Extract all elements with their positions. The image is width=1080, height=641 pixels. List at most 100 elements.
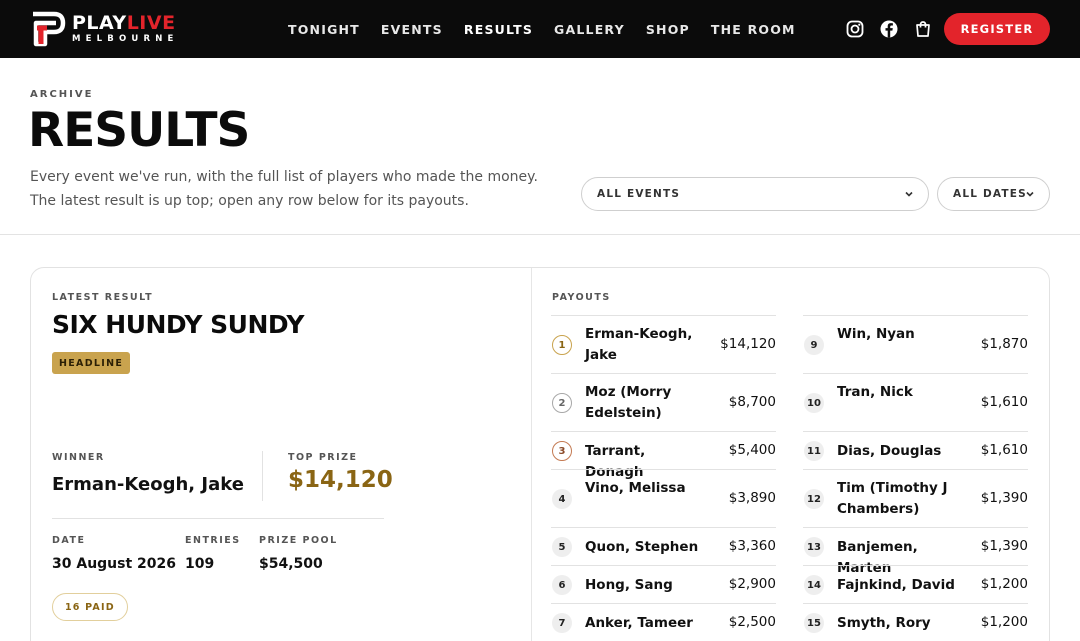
- payout-rank: 4: [552, 489, 572, 509]
- top-prize-value: $14,120: [288, 467, 393, 493]
- section-divider: [0, 234, 1080, 235]
- payouts-column-right: 9 Win, Nyan $1,870 10 Tran, Nick $1,610 11 Dias…: [803, 315, 1028, 641]
- nav-shop[interactable]: SHOP: [646, 22, 690, 37]
- payout-row: 6 Hong, Sang $2,900: [551, 565, 776, 603]
- logo-wordmark: PLAYLIVE MELBOURNE: [72, 14, 179, 44]
- event-title: SIX HUNDY SUNDY: [52, 310, 304, 339]
- headline-badge: HEADLINE: [52, 352, 131, 374]
- payout-amount: $5,400: [728, 442, 776, 458]
- page-title: RESULTS: [28, 103, 250, 158]
- events-filter-select[interactable]: ALL EVENTS: [581, 177, 929, 211]
- payout-row: 13 Banjemen, Marten $1,390: [803, 527, 1028, 576]
- facebook-icon[interactable]: [880, 20, 898, 38]
- intro-line-1: Every event we've run, with the full lis…: [30, 169, 538, 185]
- payout-row: 11 Dias, Douglas $1,610: [803, 431, 1028, 469]
- logo-city: MELBOURNE: [72, 34, 179, 45]
- payout-row: 15 Smyth, Rory $1,200: [803, 603, 1028, 641]
- payout-rank: 1: [552, 335, 572, 355]
- payout-amount: $3,890: [728, 490, 776, 506]
- playlive-logo-mark-icon: [33, 11, 66, 47]
- entries-count: 109: [185, 556, 215, 572]
- winner-label: WINNER: [52, 452, 105, 463]
- payout-row: 2 Moz (Morry Edelstein) $8,700: [551, 373, 776, 431]
- payout-amount: $3,360: [728, 538, 776, 554]
- nav-tonight[interactable]: TONIGHT: [288, 22, 360, 37]
- payout-row: 9 Win, Nyan $1,870: [803, 315, 1028, 373]
- cart-icon[interactable]: [914, 20, 932, 38]
- page-eyebrow: ARCHIVE: [30, 89, 94, 100]
- prize-pool-label: PRIZE POOL: [259, 535, 338, 546]
- payout-player-name: Tim (Timothy J Chambers): [837, 480, 948, 517]
- payout-amount: $1,610: [980, 442, 1028, 458]
- payout-row: 1 Erman-Keogh, Jake $14,120: [551, 315, 776, 373]
- event-date: 30 August 2026: [52, 556, 177, 572]
- payout-player-name: Quon, Stephen: [585, 538, 699, 555]
- payout-row: 12 Tim (Timothy J Chambers) $1,390: [803, 469, 1028, 527]
- entries-label: ENTRIES: [185, 535, 241, 546]
- payout-player-name: Hong, Sang: [585, 576, 673, 593]
- payout-player-name: Smyth, Rory: [837, 614, 931, 631]
- dates-filter-select[interactable]: ALL DATES: [937, 177, 1050, 211]
- nav-the-room[interactable]: THE ROOM: [711, 22, 796, 37]
- instagram-icon[interactable]: [846, 20, 864, 38]
- payout-amount: $8,700: [728, 394, 776, 410]
- payout-rank: 11: [804, 441, 824, 461]
- logo-word-live: LIVE: [126, 12, 176, 35]
- payouts-column-left: 1 Erman-Keogh, Jake $14,120 2 Moz (Morry Ede…: [551, 315, 776, 641]
- playlive-logo[interactable]: PLAYLIVE MELBOURNE: [30, 11, 179, 47]
- payout-rank: 13: [804, 537, 824, 557]
- payout-player-name: Erman-Keogh, Jake: [585, 326, 693, 363]
- payout-rank: 12: [804, 489, 824, 509]
- paid-count-badge: 16 PAID: [52, 593, 128, 621]
- payout-player-name: Dias, Douglas: [837, 442, 942, 459]
- top-nav-bar: PLAYLIVE MELBOURNE TONIGHT EVENTS RESULT…: [0, 0, 1080, 58]
- logo-word-play: PLAY: [72, 12, 127, 35]
- latest-result-card: LATEST RESULT SIX HUNDY SUNDY HEADLINE W…: [30, 267, 1050, 641]
- prize-pool-value: $54,500: [259, 556, 323, 572]
- stat-separator: [262, 451, 263, 501]
- payout-amount: $1,200: [980, 576, 1028, 592]
- payout-player-name: Tran, Nick: [837, 384, 913, 400]
- payout-row: 4 Vino, Melissa $3,890: [551, 469, 776, 527]
- payout-rank: 9: [804, 335, 824, 355]
- events-filter-value: ALL EVENTS: [597, 188, 681, 200]
- payout-player-name: Vino, Melissa: [585, 480, 686, 496]
- payout-amount: $1,390: [980, 490, 1028, 506]
- stat-divider: [52, 518, 384, 519]
- payout-rank: 7: [552, 613, 572, 633]
- payout-amount: $2,500: [728, 614, 776, 630]
- chevron-down-icon: [905, 191, 913, 197]
- winner-name: Erman-Keogh, Jake: [52, 474, 244, 495]
- intro-line-2: The latest result is up top; open any ro…: [30, 193, 469, 209]
- payout-rank: 15: [804, 613, 824, 633]
- register-button[interactable]: REGISTER: [944, 13, 1050, 45]
- payout-row: 14 Fajnkind, David $1,200: [803, 565, 1028, 603]
- payout-amount: $2,900: [728, 576, 776, 592]
- payout-amount: $1,390: [980, 538, 1028, 554]
- payout-amount: $14,120: [720, 336, 776, 352]
- chevron-down-icon: [1026, 191, 1034, 197]
- nav-results[interactable]: RESULTS: [464, 22, 533, 37]
- card-column-divider: [531, 268, 532, 641]
- payout-rank: 6: [552, 575, 572, 595]
- latest-result-eyebrow: LATEST RESULT: [52, 292, 154, 303]
- payout-row: 3 Tarrant, Donagh $5,400: [551, 431, 776, 480]
- top-prize-label: TOP PRIZE: [288, 452, 358, 463]
- payout-player-name: Moz (Morry Edelstein): [585, 384, 672, 421]
- payout-row: 7 Anker, Tameer $2,500: [551, 603, 776, 641]
- date-label: DATE: [52, 535, 86, 546]
- payout-rank: 3: [552, 441, 572, 461]
- main-nav: TONIGHT EVENTS RESULTS GALLERY SHOP THE …: [288, 0, 817, 58]
- payout-rank: 14: [804, 575, 824, 595]
- payout-amount: $1,200: [980, 614, 1028, 630]
- payout-amount: $1,870: [980, 336, 1028, 352]
- dates-filter-value: ALL DATES: [953, 188, 1027, 200]
- payout-row: 10 Tran, Nick $1,610: [803, 373, 1028, 431]
- nav-gallery[interactable]: GALLERY: [554, 22, 625, 37]
- nav-events[interactable]: EVENTS: [381, 22, 443, 37]
- payout-player-name: Win, Nyan: [837, 326, 915, 342]
- payout-player-name: Anker, Tameer: [585, 614, 693, 631]
- payout-row: 5 Quon, Stephen $3,360: [551, 527, 776, 565]
- payout-amount: $1,610: [980, 394, 1028, 410]
- page-intro: Every event we've run, with the full lis…: [30, 165, 560, 213]
